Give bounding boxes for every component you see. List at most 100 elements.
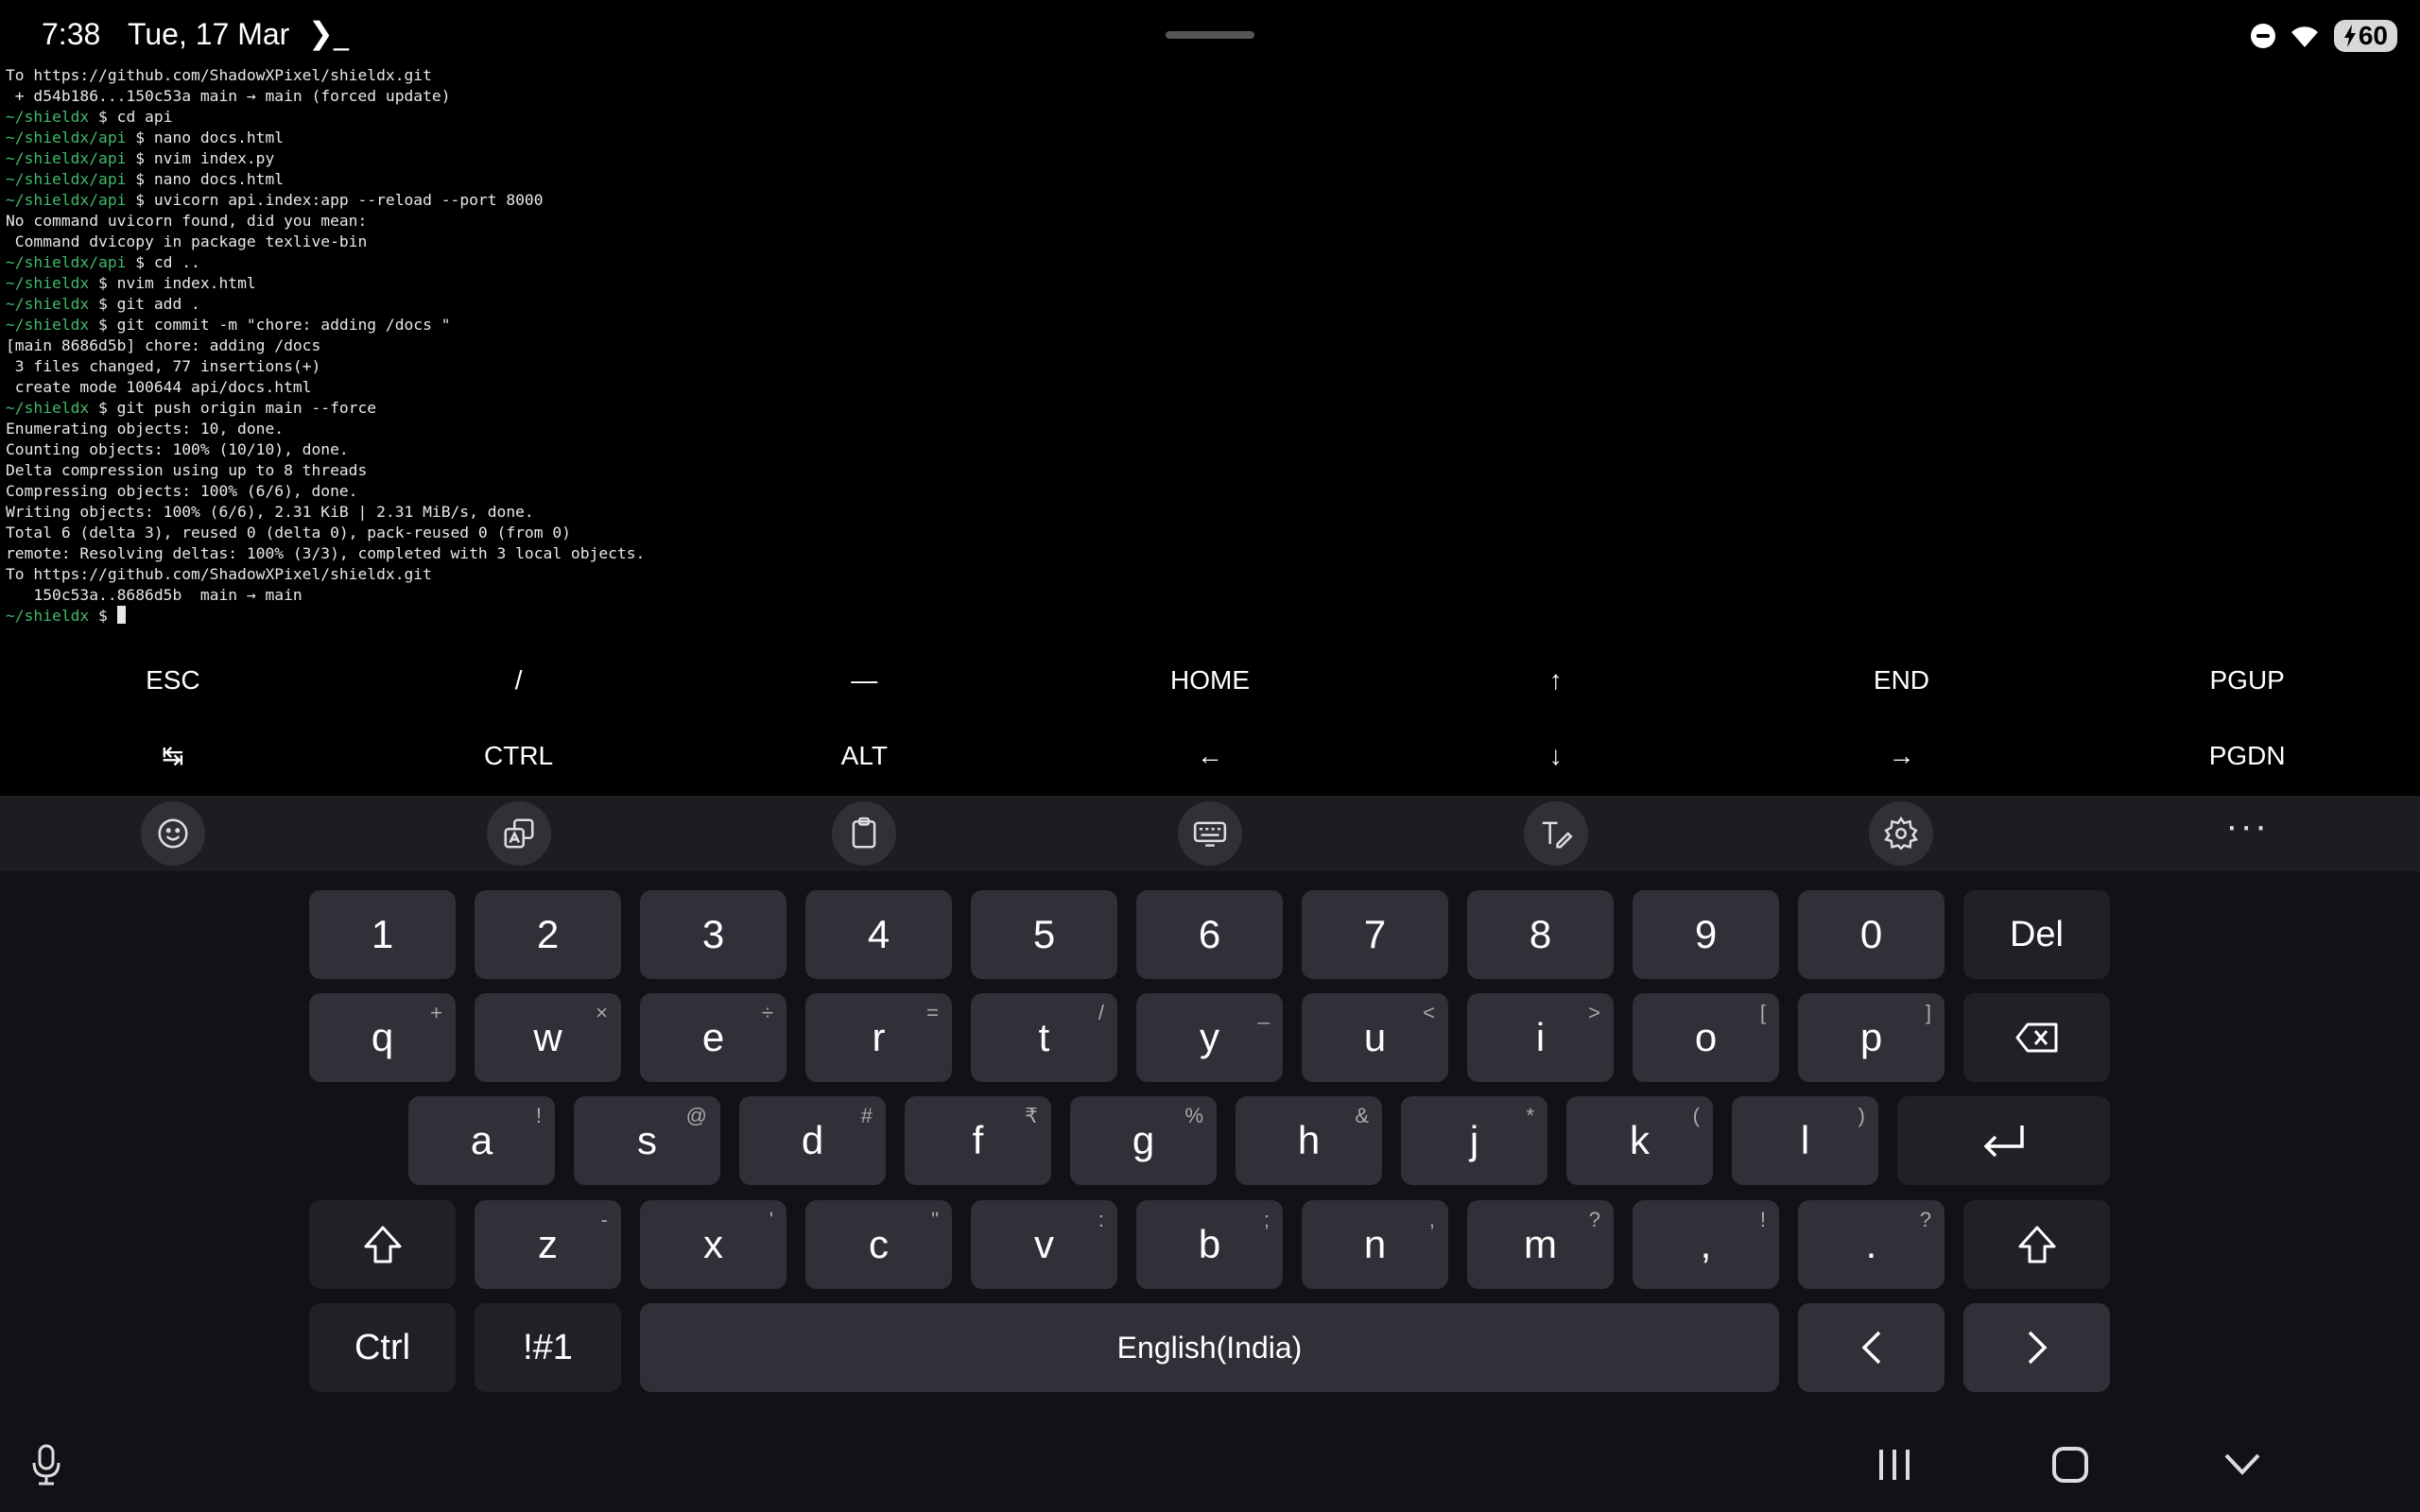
- key-4[interactable]: 4: [805, 890, 952, 979]
- key-y[interactable]: y _: [1136, 993, 1283, 1082]
- home-icon[interactable]: [2051, 1446, 2089, 1484]
- symbols-button[interactable]: !#1: [475, 1303, 621, 1392]
- terminal-line: Command dvicopy in package texlive-bin: [6, 232, 2407, 252]
- extra-key[interactable]: HOME: [1037, 643, 1383, 718]
- extra-key[interactable]: PGDN: [2074, 718, 2420, 794]
- line-text: $ nano docs.html: [126, 170, 285, 188]
- recent-apps-icon[interactable]: [1876, 1448, 1913, 1482]
- key-label: Ctrl: [354, 1327, 411, 1367]
- key-8[interactable]: 8: [1467, 890, 1614, 979]
- space-bar[interactable]: English(India): [640, 1303, 1779, 1392]
- key-m[interactable]: m?: [1467, 1200, 1614, 1289]
- text-cursor: [116, 606, 126, 624]
- settings-icon[interactable]: [1869, 801, 1934, 866]
- terminal-line: ~/shieldx $ git commit -m "chore: adding…: [6, 315, 2407, 335]
- key-i[interactable]: i >: [1467, 993, 1614, 1082]
- key-f[interactable]: f ₹: [905, 1096, 1051, 1185]
- key-secondary-symbol: :: [1098, 1208, 1104, 1231]
- extra-key[interactable]: —: [691, 643, 1037, 718]
- key-period[interactable]: .?: [1798, 1200, 1945, 1289]
- line-text: create mode 100644 api/docs.html: [6, 378, 312, 396]
- key-label: h: [1297, 1118, 1321, 1162]
- extra-key[interactable]: END: [1729, 643, 2075, 718]
- translate-icon[interactable]: [486, 801, 551, 866]
- keyboard-toolbar: ···: [0, 796, 2420, 871]
- key-b[interactable]: b;: [1136, 1200, 1283, 1289]
- hide-keyboard-icon[interactable]: [2223, 1452, 2261, 1478]
- extra-key[interactable]: ALT: [691, 718, 1037, 794]
- key-s[interactable]: s @: [574, 1096, 720, 1185]
- terminal-line: [main 8686d5b] chore: adding /docs: [6, 335, 2407, 356]
- terminal-line: + d54b186...150c53a main → main (forced …: [6, 86, 2407, 107]
- key-1[interactable]: 1: [309, 890, 456, 979]
- more-options-icon[interactable]: ···: [2225, 807, 2269, 845]
- key-h[interactable]: h &: [1236, 1096, 1382, 1185]
- key-secondary-symbol: ]: [1925, 1001, 1931, 1024]
- enter-button[interactable]: [1897, 1096, 2110, 1185]
- backspace-button[interactable]: [1963, 993, 2110, 1082]
- delete-button[interactable]: Del: [1963, 890, 2110, 979]
- key-0[interactable]: 0: [1798, 890, 1945, 979]
- cursor-left-button[interactable]: [1798, 1303, 1945, 1392]
- key-z[interactable]: z-: [475, 1200, 621, 1289]
- terminal-output[interactable]: To https://github.com/ShadowXPixel/shiel…: [6, 65, 2407, 632]
- extra-key[interactable]: →: [1729, 718, 2075, 794]
- extra-key[interactable]: ↑: [1383, 643, 1729, 718]
- key-label: q: [371, 1015, 394, 1059]
- key-a[interactable]: a!: [408, 1096, 555, 1185]
- key-3[interactable]: 3: [640, 890, 786, 979]
- key-7[interactable]: 7: [1302, 890, 1448, 979]
- key-d[interactable]: d #: [739, 1096, 886, 1185]
- key-secondary-symbol: ?: [1588, 1208, 1600, 1231]
- terminal-line: ~/shieldx $ nvim index.html: [6, 273, 2407, 294]
- shift-left-button[interactable]: [309, 1200, 456, 1289]
- emoji-icon[interactable]: [140, 801, 205, 866]
- key-x[interactable]: x ': [640, 1200, 786, 1289]
- key-c[interactable]: c ": [805, 1200, 952, 1289]
- key-6[interactable]: 6: [1136, 890, 1283, 979]
- key-p[interactable]: p]: [1798, 993, 1945, 1082]
- key-comma[interactable]: ,!: [1633, 1200, 1779, 1289]
- shift-right-button[interactable]: [1963, 1200, 2110, 1289]
- prompt-path: ~/shieldx: [6, 295, 90, 313]
- microphone-icon[interactable]: [30, 1444, 62, 1486]
- key-g[interactable]: g%: [1070, 1096, 1217, 1185]
- clipboard-icon[interactable]: [832, 801, 897, 866]
- key-label: 7: [1363, 912, 1387, 956]
- key-w[interactable]: w ×: [475, 993, 621, 1082]
- extra-key[interactable]: ↹: [0, 718, 346, 794]
- key-q[interactable]: q +: [309, 993, 456, 1082]
- key-t[interactable]: t /: [971, 993, 1117, 1082]
- key-9[interactable]: 9: [1633, 890, 1779, 979]
- drag-handle[interactable]: [1166, 31, 1254, 39]
- key-n[interactable]: n,: [1302, 1200, 1448, 1289]
- key-2[interactable]: 2: [475, 890, 621, 979]
- status-bar: 7:38 Tue, 17 Mar ❯_ 60: [0, 0, 2420, 72]
- line-text: $ nvim index.html: [89, 274, 256, 292]
- extra-key[interactable]: ESC: [0, 643, 346, 718]
- cursor-right-button[interactable]: [1963, 1303, 2110, 1392]
- key-label: k: [1630, 1118, 1650, 1162]
- key-v[interactable]: v:: [971, 1200, 1117, 1289]
- key-label: 8: [1529, 912, 1552, 956]
- key-r[interactable]: r =: [805, 993, 952, 1082]
- key-o[interactable]: o[: [1633, 993, 1779, 1082]
- key-j[interactable]: j *: [1401, 1096, 1547, 1185]
- extra-key[interactable]: CTRL: [346, 718, 692, 794]
- handwriting-icon[interactable]: [1523, 801, 1588, 866]
- keyboard-mode-icon[interactable]: [1178, 801, 1243, 866]
- ctrl-button[interactable]: Ctrl: [309, 1303, 456, 1392]
- extra-key[interactable]: PGUP: [2074, 643, 2420, 718]
- key-l[interactable]: l): [1732, 1096, 1878, 1185]
- key-e[interactable]: e ÷: [640, 993, 786, 1082]
- key-label: f: [972, 1118, 984, 1162]
- extra-key[interactable]: ↓: [1383, 718, 1729, 794]
- shift-icon: [2018, 1226, 2055, 1263]
- key-k[interactable]: k(: [1566, 1096, 1713, 1185]
- extra-key[interactable]: /: [346, 643, 692, 718]
- key-5[interactable]: 5: [971, 890, 1117, 979]
- extra-key[interactable]: ←: [1037, 718, 1383, 794]
- key-secondary-symbol: ;: [1263, 1208, 1270, 1231]
- key-u[interactable]: u <: [1302, 993, 1448, 1082]
- battery-indicator: 60: [2333, 20, 2397, 52]
